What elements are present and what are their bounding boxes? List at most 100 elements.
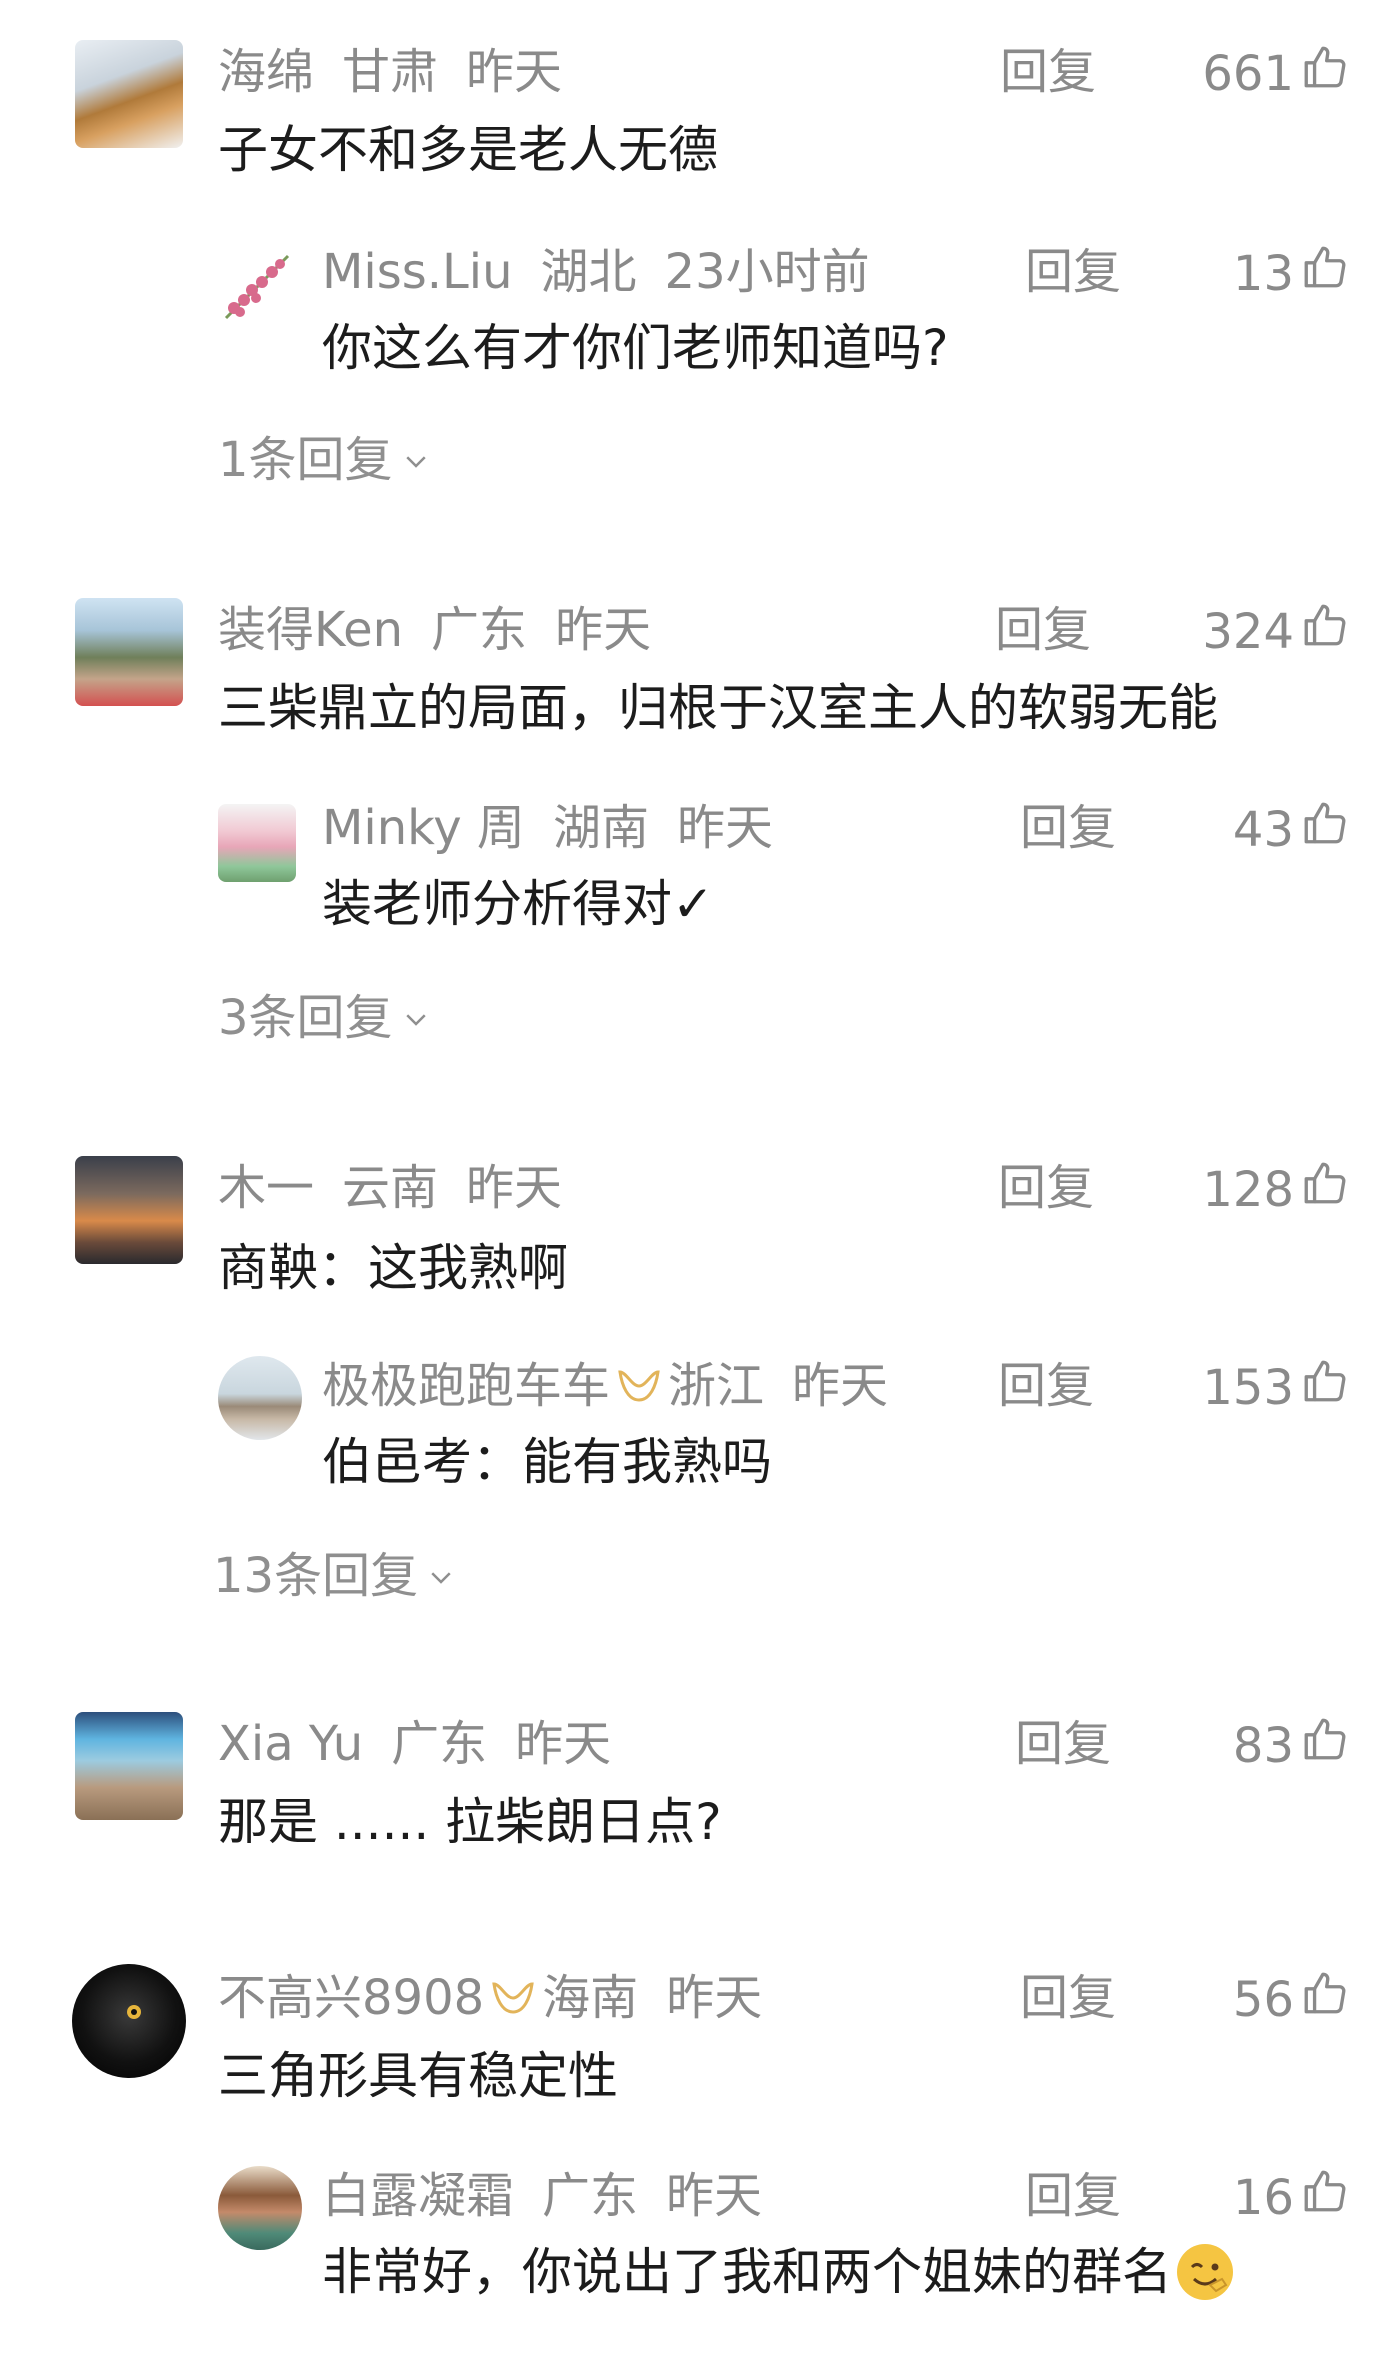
avatar[interactable] <box>75 598 183 706</box>
like-count: 43 <box>1232 802 1294 858</box>
reply-button[interactable]: 回复 <box>1000 42 1096 102</box>
comment-meta: 木一 云南 昨天 <box>218 1158 562 1218</box>
like-button[interactable]: 43 <box>1233 798 1350 862</box>
region: 浙江 <box>668 1358 765 1414</box>
reply-text[interactable]: 装老师分析得对✓ <box>322 872 714 936</box>
thumbs-up-icon <box>1294 1714 1350 1778</box>
username[interactable]: 木一 <box>218 1158 314 1218</box>
username[interactable]: 不高兴8908 <box>218 1968 484 2028</box>
comment-meta: 不高兴8908 海南 昨天 <box>218 1968 762 2028</box>
timestamp: 昨天 <box>666 1970 763 2026</box>
comment-text[interactable]: 三柴鼎立的局面，归根于汉室主人的软弱无能 <box>218 676 1218 740</box>
thumbs-up-icon <box>1294 1158 1350 1222</box>
region: 湖南 <box>552 800 649 856</box>
chevron-down-icon <box>393 430 431 490</box>
reply-button[interactable]: 回复 <box>1020 798 1116 858</box>
timestamp: 23小时前 <box>664 244 870 300</box>
avatar[interactable] <box>75 1156 183 1264</box>
timestamp: 昨天 <box>792 1358 889 1414</box>
comment-text[interactable]: 子女不和多是老人无德 <box>218 118 718 182</box>
reply-button[interactable]: 回复 <box>1025 2166 1121 2226</box>
username[interactable]: 海绵 <box>218 42 314 102</box>
like-button[interactable]: 661 <box>1202 42 1350 106</box>
timestamp: 昨天 <box>515 1716 612 1772</box>
region: 广东 <box>542 2168 639 2224</box>
username[interactable]: 极极跑跑车车 <box>322 1356 610 1416</box>
region: 甘肃 <box>342 44 439 100</box>
like-count: 83 <box>1232 1718 1294 1774</box>
username[interactable]: Miss.Liu <box>322 242 513 302</box>
comment-text[interactable]: 商鞅：这我熟啊 <box>218 1236 568 1300</box>
region: 海南 <box>542 1970 639 2026</box>
comment-meta: Xia Yu 广东 昨天 <box>218 1714 611 1774</box>
expand-replies-label: 1条回复 <box>218 432 393 488</box>
reply-button[interactable]: 回复 <box>1015 1714 1111 1774</box>
timestamp: 昨天 <box>676 800 773 856</box>
reply-meta: 白露凝霜 广东 昨天 <box>322 2166 762 2226</box>
thumbs-up-icon <box>1294 600 1350 664</box>
like-button[interactable]: 153 <box>1202 1356 1350 1420</box>
thumbs-up-icon <box>1294 798 1350 862</box>
avatar[interactable] <box>72 1964 186 2078</box>
like-button[interactable]: 56 <box>1233 1968 1350 2032</box>
comment-text[interactable]: 三角形具有稳定性 <box>218 2044 618 2108</box>
like-button[interactable]: 324 <box>1202 600 1350 664</box>
eye-icon <box>127 2005 141 2019</box>
expand-replies-label: 3条回复 <box>218 990 393 1046</box>
username[interactable]: 装得Ken <box>218 600 403 660</box>
thumbs-up-icon <box>1294 242 1350 306</box>
avatar[interactable] <box>218 248 296 326</box>
reply-button[interactable]: 回复 <box>998 1158 1094 1218</box>
reply-meta: 极极跑跑车车 浙江 昨天 <box>322 1356 888 1416</box>
reply-button[interactable]: 回复 <box>1020 1968 1116 2028</box>
like-count: 324 <box>1202 604 1294 660</box>
like-button[interactable]: 13 <box>1233 242 1350 306</box>
like-button[interactable]: 128 <box>1202 1158 1350 1222</box>
like-count: 128 <box>1202 1162 1294 1218</box>
reply-text[interactable]: 你这么有才你们老师知道吗? <box>322 316 949 380</box>
avatar[interactable] <box>75 40 183 148</box>
thumbs-up-icon <box>1294 1356 1350 1420</box>
flower-icon <box>224 254 290 320</box>
reply-text[interactable]: 伯邑考：能有我熟吗 <box>322 1430 772 1494</box>
region: 广东 <box>431 602 528 658</box>
timestamp: 昨天 <box>666 2168 763 2224</box>
vip-badge-icon <box>616 1366 662 1406</box>
vip-badge-icon <box>490 1978 536 2018</box>
avatar[interactable] <box>75 1712 183 1820</box>
like-count: 13 <box>1232 246 1294 302</box>
avatar[interactable] <box>218 1356 302 1440</box>
thumbs-up-icon <box>1294 2166 1350 2230</box>
chevron-down-icon <box>418 1546 456 1606</box>
expand-replies-link[interactable]: 1条回复 <box>218 430 431 490</box>
region: 广东 <box>391 1716 488 1772</box>
avatar[interactable] <box>218 804 296 882</box>
reply-button[interactable]: 回复 <box>998 1356 1094 1416</box>
like-button[interactable]: 16 <box>1233 2166 1350 2230</box>
like-button[interactable]: 83 <box>1233 1714 1350 1778</box>
thumbs-up-icon <box>1294 42 1350 106</box>
username[interactable]: Minky 周 <box>322 798 525 858</box>
avatar[interactable] <box>218 2166 302 2250</box>
expand-replies-link[interactable]: 3条回复 <box>218 988 431 1048</box>
reply-text[interactable]: 非常好，你说出了我和两个姐妹的群名 <box>322 2240 1236 2304</box>
username[interactable]: 白露凝霜 <box>322 2166 514 2226</box>
expand-replies-link[interactable]: 13条回复 <box>213 1546 456 1606</box>
timestamp: 昨天 <box>466 1160 563 1216</box>
reply-button[interactable]: 回复 <box>995 600 1091 660</box>
like-count: 56 <box>1232 1972 1294 2028</box>
reply-button[interactable]: 回复 <box>1025 242 1121 302</box>
username[interactable]: Xia Yu <box>218 1714 363 1774</box>
comment-meta: 海绵 甘肃 昨天 <box>218 42 562 102</box>
expand-replies-label: 13条回复 <box>213 1548 419 1604</box>
reply-meta: Miss.Liu 湖北 23小时前 <box>322 242 870 302</box>
region: 湖北 <box>540 244 637 300</box>
timestamp: 昨天 <box>466 44 563 100</box>
region: 云南 <box>342 1160 439 1216</box>
wink-emoji-icon <box>1174 2241 1236 2303</box>
chevron-down-icon <box>393 988 431 1048</box>
thumbs-up-icon <box>1294 1968 1350 2032</box>
comment-meta: 装得Ken 广东 昨天 <box>218 600 651 660</box>
like-count: 16 <box>1232 2170 1294 2226</box>
comment-text[interactable]: 那是 ...... 拉柴朗日点? <box>218 1790 722 1854</box>
